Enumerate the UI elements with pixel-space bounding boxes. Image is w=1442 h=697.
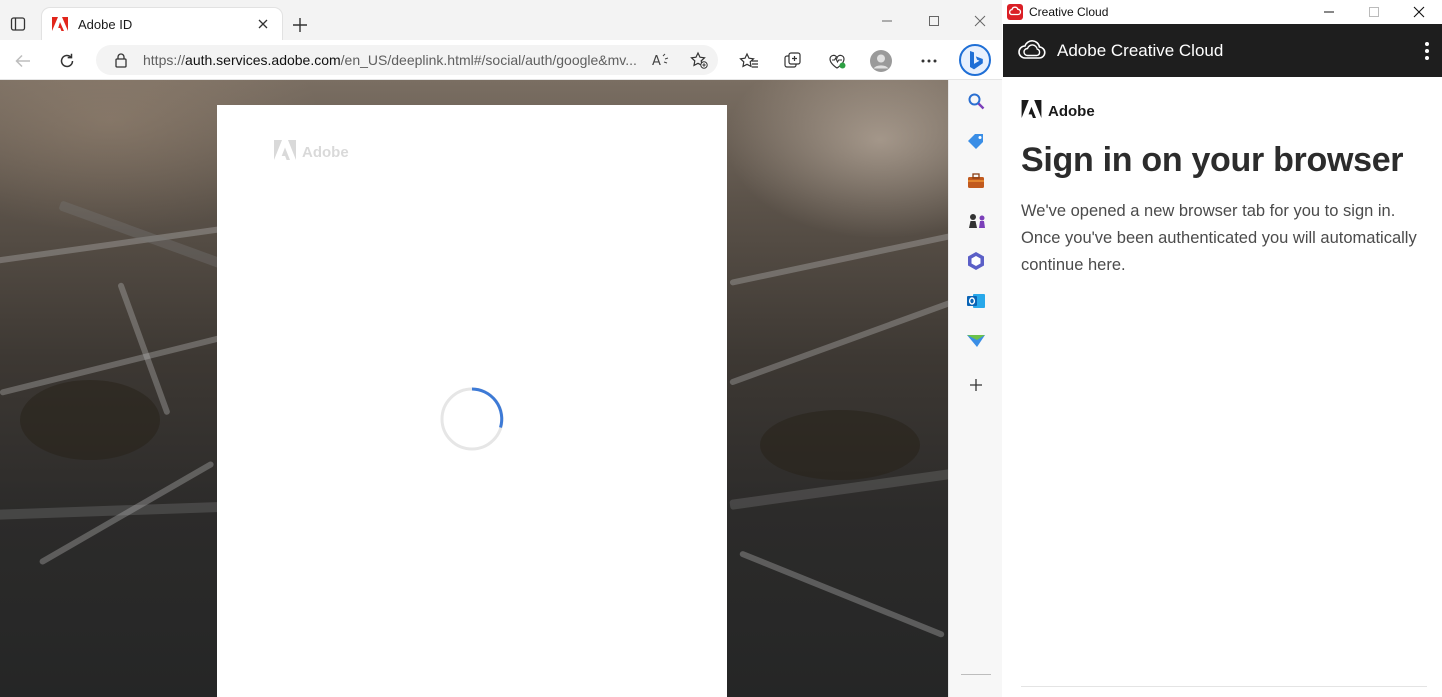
loading-spinner-icon bbox=[440, 387, 504, 451]
adobe-logo-icon bbox=[274, 140, 296, 165]
adobe-logo-icon bbox=[1021, 100, 1042, 123]
url-text[interactable]: https://auth.services.adobe.com/en_US/de… bbox=[143, 52, 645, 68]
kebab-menu-icon[interactable] bbox=[1422, 40, 1432, 62]
background-trees bbox=[760, 410, 920, 480]
page-title: Sign in on your browser bbox=[1021, 141, 1404, 179]
add-favorite-icon[interactable] bbox=[690, 51, 708, 69]
edge-sidebar bbox=[948, 80, 1002, 697]
background-trees bbox=[20, 380, 160, 460]
creative-cloud-app-icon bbox=[1007, 4, 1023, 20]
background-road bbox=[728, 298, 948, 386]
background-road bbox=[738, 550, 946, 639]
tab-close-icon[interactable] bbox=[254, 15, 272, 33]
adobe-wordmark: Adobe bbox=[1021, 100, 1431, 123]
svg-text:A: A bbox=[652, 54, 661, 68]
cc-header-title: Adobe Creative Cloud bbox=[1057, 40, 1224, 60]
creative-cloud-window: Creative Cloud Adobe Creative Cloud Adob… bbox=[1003, 0, 1442, 697]
bing-copilot-icon[interactable] bbox=[958, 43, 992, 77]
signin-card: Adobe bbox=[217, 105, 727, 697]
refresh-icon[interactable] bbox=[54, 48, 80, 74]
send-icon[interactable] bbox=[965, 330, 987, 352]
new-tab-button[interactable] bbox=[288, 13, 312, 37]
outlook-icon[interactable] bbox=[965, 290, 987, 312]
favorites-icon[interactable] bbox=[736, 48, 762, 74]
close-window-icon[interactable] bbox=[969, 10, 991, 32]
tab-adobe-id[interactable]: Adobe ID bbox=[42, 8, 282, 40]
read-aloud-icon[interactable]: A bbox=[652, 51, 670, 69]
tab-actions-icon[interactable] bbox=[6, 12, 30, 36]
tab-title: Adobe ID bbox=[78, 16, 133, 32]
briefcase-icon[interactable] bbox=[965, 170, 987, 192]
browser-toolbar: https://auth.services.adobe.com/en_US/de… bbox=[0, 40, 1002, 80]
cc-divider bbox=[1021, 686, 1427, 687]
signin-instructions: We've opened a new browser tab for you t… bbox=[1021, 202, 1417, 274]
tab-strip: Adobe ID bbox=[0, 0, 1002, 40]
adobe-wordmark-text: Adobe bbox=[1048, 103, 1095, 120]
cc-window-title: Creative Cloud bbox=[1029, 5, 1109, 19]
browser-window: Adobe ID https://auth.services.adobe.com… bbox=[0, 0, 1002, 697]
search-icon[interactable] bbox=[965, 90, 987, 112]
sidebar-divider bbox=[961, 674, 991, 675]
cc-close-icon[interactable] bbox=[1409, 2, 1429, 22]
cc-signin-message: Adobe Sign in on your browser We've open… bbox=[1021, 100, 1431, 279]
plus-icon[interactable] bbox=[965, 374, 987, 396]
more-icon[interactable] bbox=[916, 48, 942, 74]
browser-essentials-icon[interactable] bbox=[824, 48, 850, 74]
chess-icon[interactable] bbox=[965, 210, 987, 232]
cc-maximize-icon bbox=[1364, 2, 1384, 22]
cc-minimize-icon[interactable] bbox=[1319, 2, 1339, 22]
creative-cloud-logo-icon bbox=[1017, 36, 1047, 66]
profile-avatar-icon[interactable] bbox=[868, 48, 894, 74]
card-adobe-logo: Adobe bbox=[274, 140, 349, 165]
page-content: Adobe bbox=[0, 80, 948, 697]
card-logo-text: Adobe bbox=[302, 144, 349, 161]
cc-titlebar: Creative Cloud bbox=[1003, 0, 1442, 24]
lock-icon[interactable] bbox=[113, 52, 129, 68]
collections-icon[interactable] bbox=[780, 48, 806, 74]
tag-icon[interactable] bbox=[965, 130, 987, 152]
office-icon[interactable] bbox=[965, 250, 987, 272]
back-icon[interactable] bbox=[10, 48, 36, 74]
maximize-icon[interactable] bbox=[923, 10, 945, 32]
cc-header: Adobe Creative Cloud bbox=[1003, 24, 1442, 77]
background-road bbox=[729, 230, 948, 286]
address-bar[interactable]: https://auth.services.adobe.com/en_US/de… bbox=[96, 45, 718, 75]
minimize-icon[interactable] bbox=[876, 10, 898, 32]
adobe-favicon-icon bbox=[52, 16, 68, 32]
